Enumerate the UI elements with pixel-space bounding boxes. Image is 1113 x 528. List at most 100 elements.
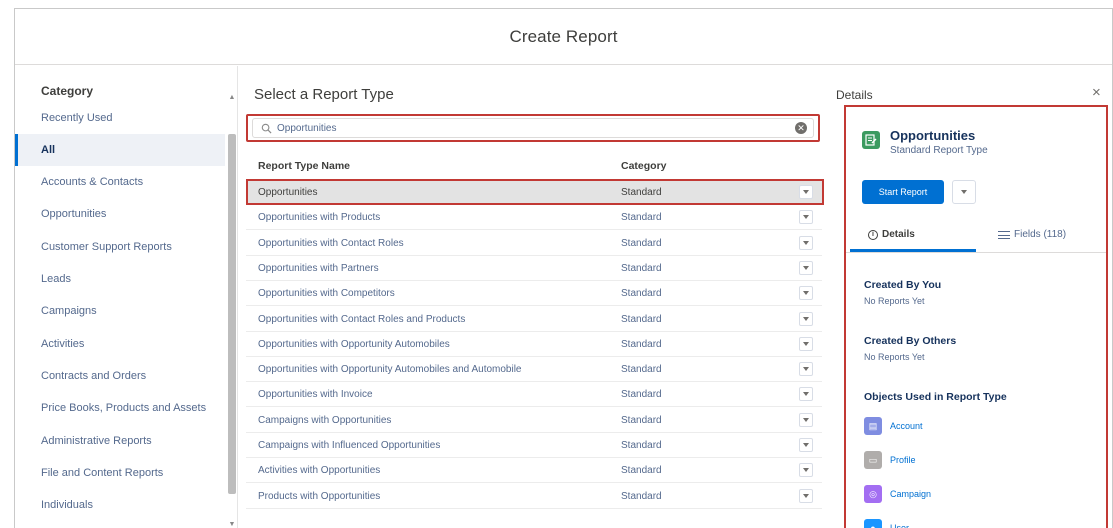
category-scrollbar[interactable]: ▲ ▼ [228,94,236,528]
report-type-category-cell: Standard [621,338,662,350]
table-row[interactable]: Opportunities with Opportunity Automobil… [246,357,822,383]
category-panel: Category Recently Used All Accounts & Cont… [15,66,237,528]
sidebar-item-label: Customer Support Reports [41,240,172,253]
sidebar-item-individuals[interactable]: Individuals [15,490,225,522]
scroll-up-icon[interactable]: ▲ [228,94,236,102]
category-scroll-thumb[interactable] [228,134,236,494]
search-icon [259,121,273,135]
row-menu-button[interactable] [799,336,813,351]
object-item[interactable]: ◎ Campaign [864,485,931,503]
report-type-subtitle: Standard Report Type [890,145,988,156]
row-menu-button[interactable] [799,210,813,225]
objects-title: Objects Used in Report Type [864,391,1007,403]
sidebar-item-campaigns[interactable]: Campaigns [15,296,225,328]
chevron-down-icon [803,367,809,372]
report-type-category-cell: Standard [621,212,662,224]
chevron-down-icon [803,468,809,473]
row-menu-button[interactable] [799,260,813,275]
search-input[interactable] [277,122,795,134]
table-row[interactable]: Opportunities with Competitors Standard [246,281,822,307]
row-menu-button[interactable] [799,412,813,427]
chevron-down-icon [803,392,809,397]
tab-details-label: Details [882,229,915,240]
object-item[interactable]: ▤ Account [864,417,923,435]
row-menu-button[interactable] [799,488,813,503]
report-type-name-cell: Opportunities with Opportunity Automobil… [258,364,522,376]
chevron-down-icon [803,215,809,220]
row-menu-button[interactable] [799,185,813,199]
object-item[interactable]: ▭ Profile [864,451,916,469]
table-row[interactable]: Opportunities with Contact Roles and Pro… [246,307,822,332]
row-menu-button[interactable] [799,235,813,250]
sidebar-item-label: Accounts & Contacts [41,176,144,189]
tab-details[interactable]: i Details [868,229,915,240]
report-type-name-cell: Opportunities with Competitors [258,288,395,300]
report-type-name-cell: Campaigns with Influenced Opportunities [258,440,441,451]
column-header-category[interactable]: Category [621,160,667,172]
report-type-category-cell: Standard [621,490,662,502]
chevron-down-icon [803,190,809,194]
report-type-category-cell: Standard [621,262,662,274]
report-type-name-cell: Opportunities with Contact Roles [258,237,404,249]
sidebar-item-label: Individuals [41,499,93,512]
table-row[interactable]: Opportunities Standard [246,180,822,205]
table-row[interactable]: Opportunities with Opportunity Automobil… [246,332,822,357]
search-field[interactable]: ✕ [252,118,814,138]
sidebar-item-contracts-and-orders[interactable]: Contracts and Orders [15,360,225,392]
sidebar-item-accounts-contacts[interactable]: Accounts & Contacts [15,167,225,199]
table-row[interactable]: Activities with Opportunities Standard [246,458,822,484]
object-label[interactable]: Profile [890,455,916,465]
clear-search-icon[interactable]: ✕ [795,122,807,134]
chevron-down-icon [803,443,809,447]
object-label[interactable]: User [890,523,909,528]
sidebar-item-administrative-reports[interactable]: Administrative Reports [15,425,225,457]
list-icon [998,230,1010,239]
created-by-others-title: Created By Others [864,335,957,347]
report-type-name-cell: Activities with Opportunities [258,465,381,477]
sidebar-item-price-books-products-and-assets[interactable]: Price Books, Products and Assets [15,393,225,425]
table-row[interactable]: Opportunities with Contact Roles Standard [246,231,822,256]
column-header-name[interactable]: Report Type Name [258,160,350,172]
report-type-name-cell: Opportunities with Partners [258,262,379,274]
row-menu-button[interactable] [799,463,813,478]
sidebar-item-label: Recently Used [41,111,113,124]
sidebar-item-leads[interactable]: Leads [15,264,225,296]
report-type-category-cell: Standard [621,440,662,451]
sidebar-item-opportunities[interactable]: Opportunities [15,199,225,231]
tab-fields[interactable]: Fields (118) [998,229,1066,240]
row-menu-button[interactable] [799,362,813,377]
table-row[interactable]: Opportunities with Invoice Standard [246,382,822,408]
sidebar-item-label: Opportunities [41,208,107,221]
report-type-category-cell: Standard [621,187,662,198]
table-row[interactable]: Products with Opportunities Standard [246,484,822,509]
report-type-icon [862,131,880,149]
object-label[interactable]: Account [890,421,923,431]
table-header: Report Type Name Category [246,158,822,176]
start-report-button[interactable]: Start Report [862,180,944,204]
scroll-down-icon[interactable]: ▼ [228,521,236,528]
sidebar-item-file-and-content-reports[interactable]: File and Content Reports [15,457,225,489]
close-icon[interactable]: × [1092,84,1101,101]
object-item[interactable]: ● User [864,519,909,528]
report-type-name-cell: Opportunities with Invoice [258,389,373,401]
row-menu-button[interactable] [799,387,813,402]
sidebar-item-activities[interactable]: Activities [15,328,225,360]
row-menu-button[interactable] [799,286,813,301]
sidebar-item-customer-support-reports[interactable]: Customer Support Reports [15,231,225,263]
report-type-panel: Select a Report Type ✕ Report Type Name … [237,66,834,528]
object-label[interactable]: Campaign [890,489,931,499]
sidebar-item-all[interactable]: All [15,134,225,167]
row-menu-button[interactable] [799,438,813,452]
row-menu-button[interactable] [799,311,813,326]
table-row[interactable]: Campaigns with Influenced Opportunities S… [246,433,822,458]
sidebar-item-label: File and Content Reports [41,466,164,479]
table-row[interactable]: Opportunities with Products Standard [246,205,822,231]
report-type-name-cell: Campaigns with Opportunities [258,414,392,426]
sidebar-item-label: Campaigns [41,305,97,318]
created-by-others-text: No Reports Yet [864,352,925,362]
profile-icon: ▭ [864,451,882,469]
sidebar-item-recently-used[interactable]: Recently Used [15,102,225,134]
table-row[interactable]: Campaigns with Opportunities Standard [246,408,822,433]
start-report-menu-button[interactable] [952,180,976,204]
table-row[interactable]: Opportunities with Partners Standard [246,256,822,281]
